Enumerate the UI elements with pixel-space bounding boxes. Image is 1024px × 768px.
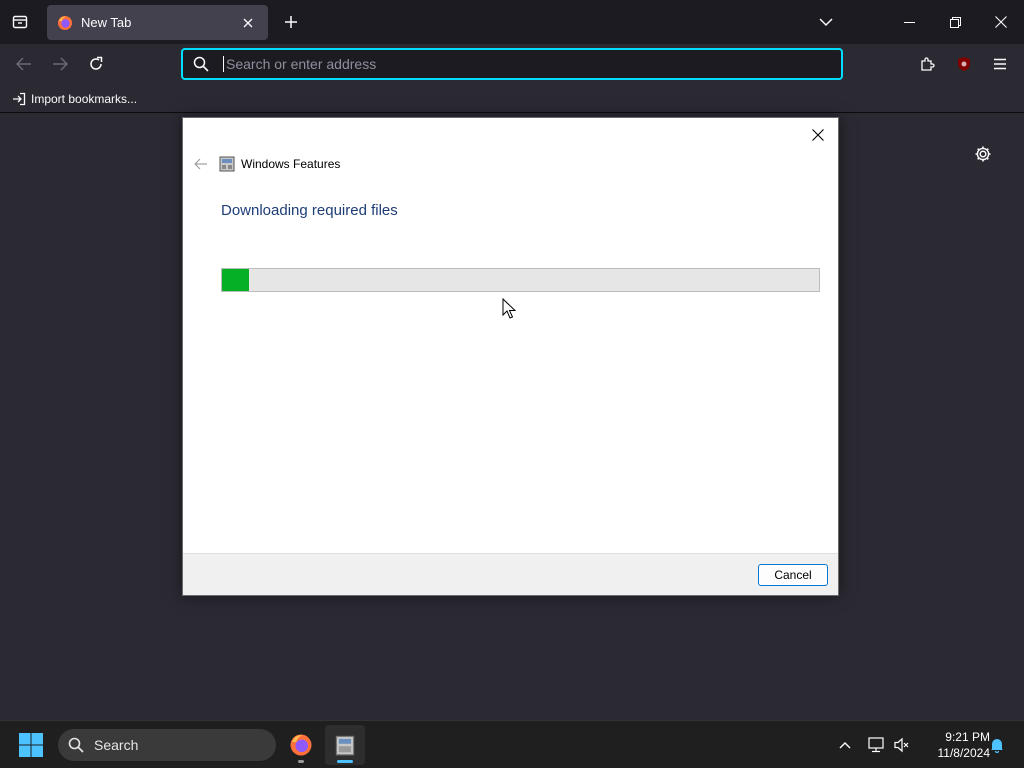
forward-button[interactable]: [45, 50, 75, 78]
show-hidden-icons-button[interactable]: [833, 733, 857, 757]
reload-icon: [90, 56, 103, 70]
address-input[interactable]: [223, 56, 803, 72]
list-all-tabs-button[interactable]: [812, 8, 840, 36]
plus-icon: [285, 16, 297, 28]
arrow-left-icon: [16, 57, 31, 71]
active-indicator: [337, 760, 353, 763]
firefox-view-icon: [12, 15, 28, 29]
restore-button[interactable]: [932, 0, 978, 44]
taskbar-search-box[interactable]: Search: [58, 729, 276, 761]
close-icon: [812, 129, 824, 141]
dialog-title: Windows Features: [241, 157, 341, 171]
minimize-icon: [903, 21, 915, 23]
bookmarks-toolbar: Import bookmarks...: [0, 84, 1024, 113]
tab-close-button[interactable]: [238, 13, 258, 33]
taskbar: Search 9:21 PM 11/8/2024: [0, 720, 1024, 768]
download-progress-bar: [221, 268, 820, 292]
network-icon: [868, 737, 884, 753]
notifications-button[interactable]: [985, 733, 1009, 757]
firefox-icon: [58, 15, 72, 30]
running-indicator: [298, 760, 304, 763]
hamburger-menu-icon: [994, 58, 1006, 70]
arrow-right-icon: [53, 57, 68, 71]
dialog-close-button[interactable]: [804, 122, 832, 148]
chevron-down-icon: [819, 18, 833, 27]
volume-button[interactable]: [890, 733, 914, 757]
network-button[interactable]: [865, 733, 889, 757]
progress-fill: [222, 269, 249, 291]
gear-icon: [975, 146, 991, 162]
dialog-back-button[interactable]: [189, 152, 213, 176]
speaker-muted-icon: [894, 737, 909, 753]
chevron-up-icon: [839, 742, 851, 749]
ublock-origin-button[interactable]: [949, 50, 979, 78]
puzzle-icon: [921, 57, 935, 71]
import-bookmarks-label: Import bookmarks...: [31, 92, 138, 106]
arrow-left-icon: [194, 158, 207, 170]
import-bookmarks-button[interactable]: Import bookmarks...: [8, 88, 141, 110]
search-icon: [193, 56, 209, 72]
taskbar-firefox-button[interactable]: [281, 725, 321, 765]
dialog-title-row: Windows Features: [219, 154, 340, 174]
minimize-button[interactable]: [886, 0, 932, 44]
app-menu-button[interactable]: [985, 50, 1015, 78]
clock-time: 9:21 PM: [945, 730, 990, 744]
windows-start-icon[interactable]: [18, 732, 44, 758]
mouse-pointer-icon: [502, 298, 516, 319]
taskbar-clock[interactable]: 9:21 PM 11/8/2024: [918, 729, 991, 761]
personalize-settings-button[interactable]: [970, 141, 996, 167]
firefox-view-button[interactable]: [6, 8, 34, 36]
windows-features-dialog: Windows Features Downloading required fi…: [182, 117, 839, 596]
restore-icon: [949, 16, 961, 28]
back-button[interactable]: [9, 50, 39, 78]
reload-button[interactable]: [81, 50, 111, 78]
close-window-button[interactable]: [978, 0, 1024, 44]
search-icon: [68, 737, 84, 753]
extensions-button[interactable]: [913, 50, 943, 78]
dialog-footer: Cancel: [183, 553, 838, 595]
bell-icon: [991, 739, 1003, 753]
close-icon: [243, 18, 253, 27]
firefox-icon: [290, 734, 312, 756]
tab-strip: New Tab: [0, 0, 1024, 44]
dialog-heading: Downloading required files: [221, 202, 398, 219]
navigation-toolbar: [0, 44, 1024, 84]
new-tab-button[interactable]: [278, 8, 304, 36]
cancel-button[interactable]: Cancel: [758, 564, 828, 586]
tab-title: New Tab: [81, 15, 132, 30]
clock-date: 11/8/2024: [937, 746, 991, 760]
taskbar-windows-features-button[interactable]: [325, 725, 365, 765]
ublock-shield-icon: [958, 57, 970, 71]
close-icon: [995, 16, 1007, 28]
windows-features-icon: [335, 735, 355, 756]
windows-features-icon: [219, 156, 235, 172]
address-bar[interactable]: [181, 48, 843, 80]
tab-new-tab[interactable]: New Tab: [47, 5, 268, 40]
taskbar-search-label: Search: [94, 737, 139, 753]
import-icon: [13, 92, 26, 106]
